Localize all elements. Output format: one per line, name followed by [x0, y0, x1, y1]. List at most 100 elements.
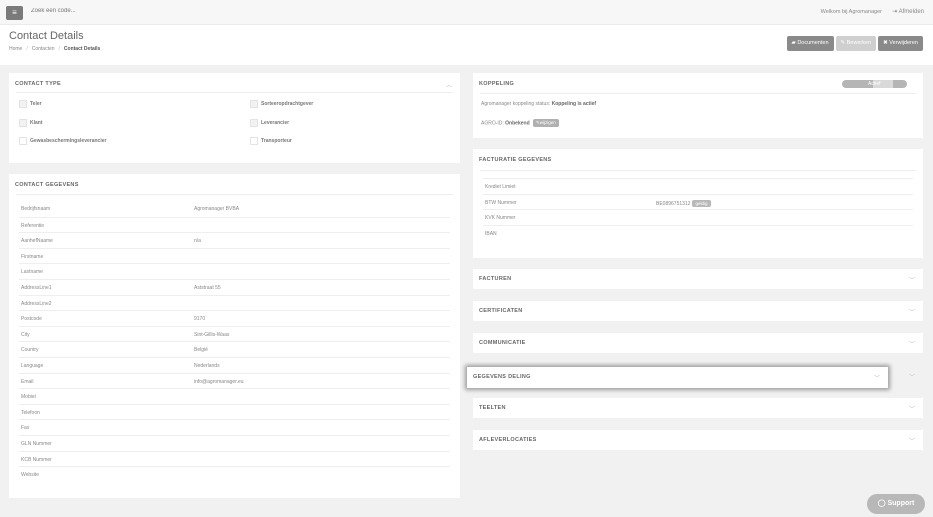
- field-label: Postcode: [21, 316, 42, 323]
- table-row: KCB Nummer: [19, 450, 450, 467]
- field-label: AddressLine1: [21, 285, 52, 291]
- table-row: AddressLine1 Aststraat 55: [19, 279, 450, 295]
- table-row: IBAN: [483, 224, 913, 241]
- checkbox-sorteeropdrachtgever[interactable]: Sorteeropdrachtgever: [250, 100, 313, 108]
- hamburger-icon[interactable]: ≡: [6, 6, 23, 20]
- field-value: Agromanager BVBA: [194, 206, 240, 212]
- table-row: GLN Nummer: [19, 435, 450, 451]
- field-value-text: BE0896751312: [656, 200, 691, 207]
- field-value: Aststraat 55: [194, 285, 221, 291]
- section-gegevens-deling[interactable]: GEGEVENS DELING ﹀: [467, 367, 888, 388]
- field-value: 9170: [194, 316, 206, 323]
- delete-button[interactable]: ✖ Verwijderen: [878, 36, 923, 51]
- table-row: Krediet Limiet: [483, 178, 913, 194]
- checkbox-leverancier[interactable]: Leverancier: [250, 119, 289, 127]
- koppeling-toggle[interactable]: Actief: [842, 80, 907, 88]
- checkbox-transporteur[interactable]: Transporteur: [250, 137, 292, 145]
- chevron-up-icon[interactable]: ︿: [446, 80, 452, 89]
- action-buttons: ▰ Documenten ✎ Bewerken ✖ Verwijderen: [786, 36, 923, 51]
- table-row: City Sint-Gillis-Waas: [19, 325, 450, 342]
- field-label: Krediet Limiet: [485, 184, 516, 190]
- field-label: AanhefNaame: [21, 238, 53, 245]
- field-value: info@agromanager.eu: [194, 378, 244, 385]
- section-certificaten[interactable]: CERTIFICATEN ﹀: [473, 301, 923, 321]
- contact-type-panel: CONTACT TYPE ︿ Teler Sorteeropdrachtgeve…: [9, 73, 460, 163]
- field-label: KCB Nummer: [21, 456, 52, 463]
- section-teelten[interactable]: TEELTEN ﹀: [473, 398, 923, 418]
- koppeling-status: Agromanager koppeling status: Koppeling …: [481, 101, 597, 107]
- chevron-down-icon[interactable]: ﹀: [909, 339, 915, 348]
- table-row: Firstname: [19, 247, 450, 264]
- field-label: Country: [21, 347, 39, 354]
- section-title: GEGEVENS DELING: [473, 374, 531, 380]
- field-label: Firstname: [21, 253, 44, 260]
- section-communicatie[interactable]: COMMUNICATIE ﹀: [473, 333, 923, 353]
- field-value: Nederlands: [194, 363, 220, 369]
- table-row: Referentie: [19, 216, 450, 233]
- table-row: Email info@agromanager.eu: [19, 372, 450, 389]
- chevron-down-icon[interactable]: ﹀: [909, 307, 915, 316]
- checkbox-gewasbeschermingsleverancier[interactable]: Gewasbeschermingsleverancier: [19, 137, 106, 145]
- breadcrumb-contacten[interactable]: Contacten: [32, 46, 55, 52]
- facturatie-panel: FACTURATIE GEGEVENS Krediet Limiet BTW Nu…: [473, 149, 923, 258]
- field-label: Bedrijfsnaam: [21, 206, 51, 212]
- breadcrumb: Home / Contacten / Contact Details: [9, 46, 101, 52]
- section-facturen[interactable]: FACTUREN ﹀: [473, 269, 923, 289]
- field-label: Language: [21, 363, 44, 369]
- table-row: Language Nederlands: [19, 357, 450, 373]
- table-row: Postcode 9170: [19, 310, 450, 326]
- contact-gegevens-panel: CONTACT GEGEVENS Bedrijfsnaam Agromanager…: [9, 174, 460, 498]
- section-title: TEELTEN: [479, 405, 506, 411]
- facturatie-title: FACTURATIE GEGEVENS: [479, 157, 552, 163]
- table-row: Fax: [19, 419, 450, 435]
- table-row: Telefoon: [19, 403, 450, 420]
- field-label: Telefoon: [21, 409, 40, 416]
- welcome-text: Welkom bij Agromanager: [820, 9, 882, 15]
- table-row: AddressLine2: [19, 294, 450, 311]
- field-value: BE0896751312 geldig: [656, 199, 711, 207]
- agro-id-row: AGRO-ID: Onbekend ✎wijzigen: [481, 119, 559, 127]
- field-label: Email: [21, 378, 34, 385]
- logout-link[interactable]: ⇥ Afmelden: [892, 8, 924, 15]
- koppeling-title: KOPPELING: [479, 81, 515, 87]
- table-row: Lastname: [19, 263, 450, 279]
- field-label: KVK Nummer: [485, 215, 516, 221]
- checkbox-klant[interactable]: Klant: [19, 119, 43, 127]
- field-label: IBAN: [485, 230, 497, 237]
- field-label: BTW Nummer: [485, 199, 517, 206]
- section-title: AFLEVERLOCATIES: [479, 437, 537, 443]
- page-title: Contact Details: [9, 30, 84, 42]
- chevron-down-icon[interactable]: ﹀: [909, 436, 915, 445]
- agro-id-edit-button[interactable]: ✎wijzigen: [533, 119, 559, 127]
- chevron-down-icon[interactable]: ﹀: [874, 373, 880, 382]
- field-label: Mobiel: [21, 394, 36, 401]
- field-label: City: [21, 331, 30, 338]
- chevron-down-icon[interactable]: ﹀: [909, 404, 915, 413]
- chevron-down-icon[interactable]: ﹀: [909, 275, 915, 284]
- field-label: Referentie: [21, 222, 45, 229]
- checkbox-teler[interactable]: Teler: [19, 100, 42, 108]
- section-title: CERTIFICATEN: [479, 308, 523, 314]
- contact-type-title: CONTACT TYPE: [15, 81, 61, 87]
- koppeling-panel: KOPPELING Actief Agromanager koppeling s…: [473, 73, 923, 138]
- field-label: AddressLine2: [21, 300, 52, 307]
- table-row: AanhefNaame n/a: [19, 232, 450, 248]
- table-row: Website: [19, 466, 450, 482]
- support-button[interactable]: ◯ Support: [867, 494, 925, 514]
- table-row: KVK Nummer: [483, 209, 913, 225]
- field-label: Lastname: [21, 269, 43, 276]
- edit-button[interactable]: ✎ Bewerken: [835, 36, 877, 51]
- chevron-down-icon: ﹀: [909, 375, 916, 381]
- contact-gegevens-title: CONTACT GEGEVENS: [15, 182, 79, 188]
- search-input[interactable]: [31, 8, 231, 14]
- section-afleverlocaties[interactable]: AFLEVERLOCATIES ﹀: [473, 430, 923, 450]
- top-bar: ≡ Welkom bij Agromanager ⇥ Afmelden: [0, 0, 933, 25]
- field-value: België: [194, 347, 208, 354]
- table-row: BTW Nummer BE0896751312 geldig: [483, 193, 913, 210]
- field-label: Fax: [21, 425, 30, 432]
- section-title: COMMUNICATIE: [479, 340, 526, 346]
- breadcrumb-home[interactable]: Home: [9, 46, 22, 52]
- table-row: Bedrijfsnaam Agromanager BVBA: [19, 201, 450, 217]
- documents-button[interactable]: ▰ Documenten: [786, 36, 834, 51]
- field-value: n/a: [194, 238, 201, 245]
